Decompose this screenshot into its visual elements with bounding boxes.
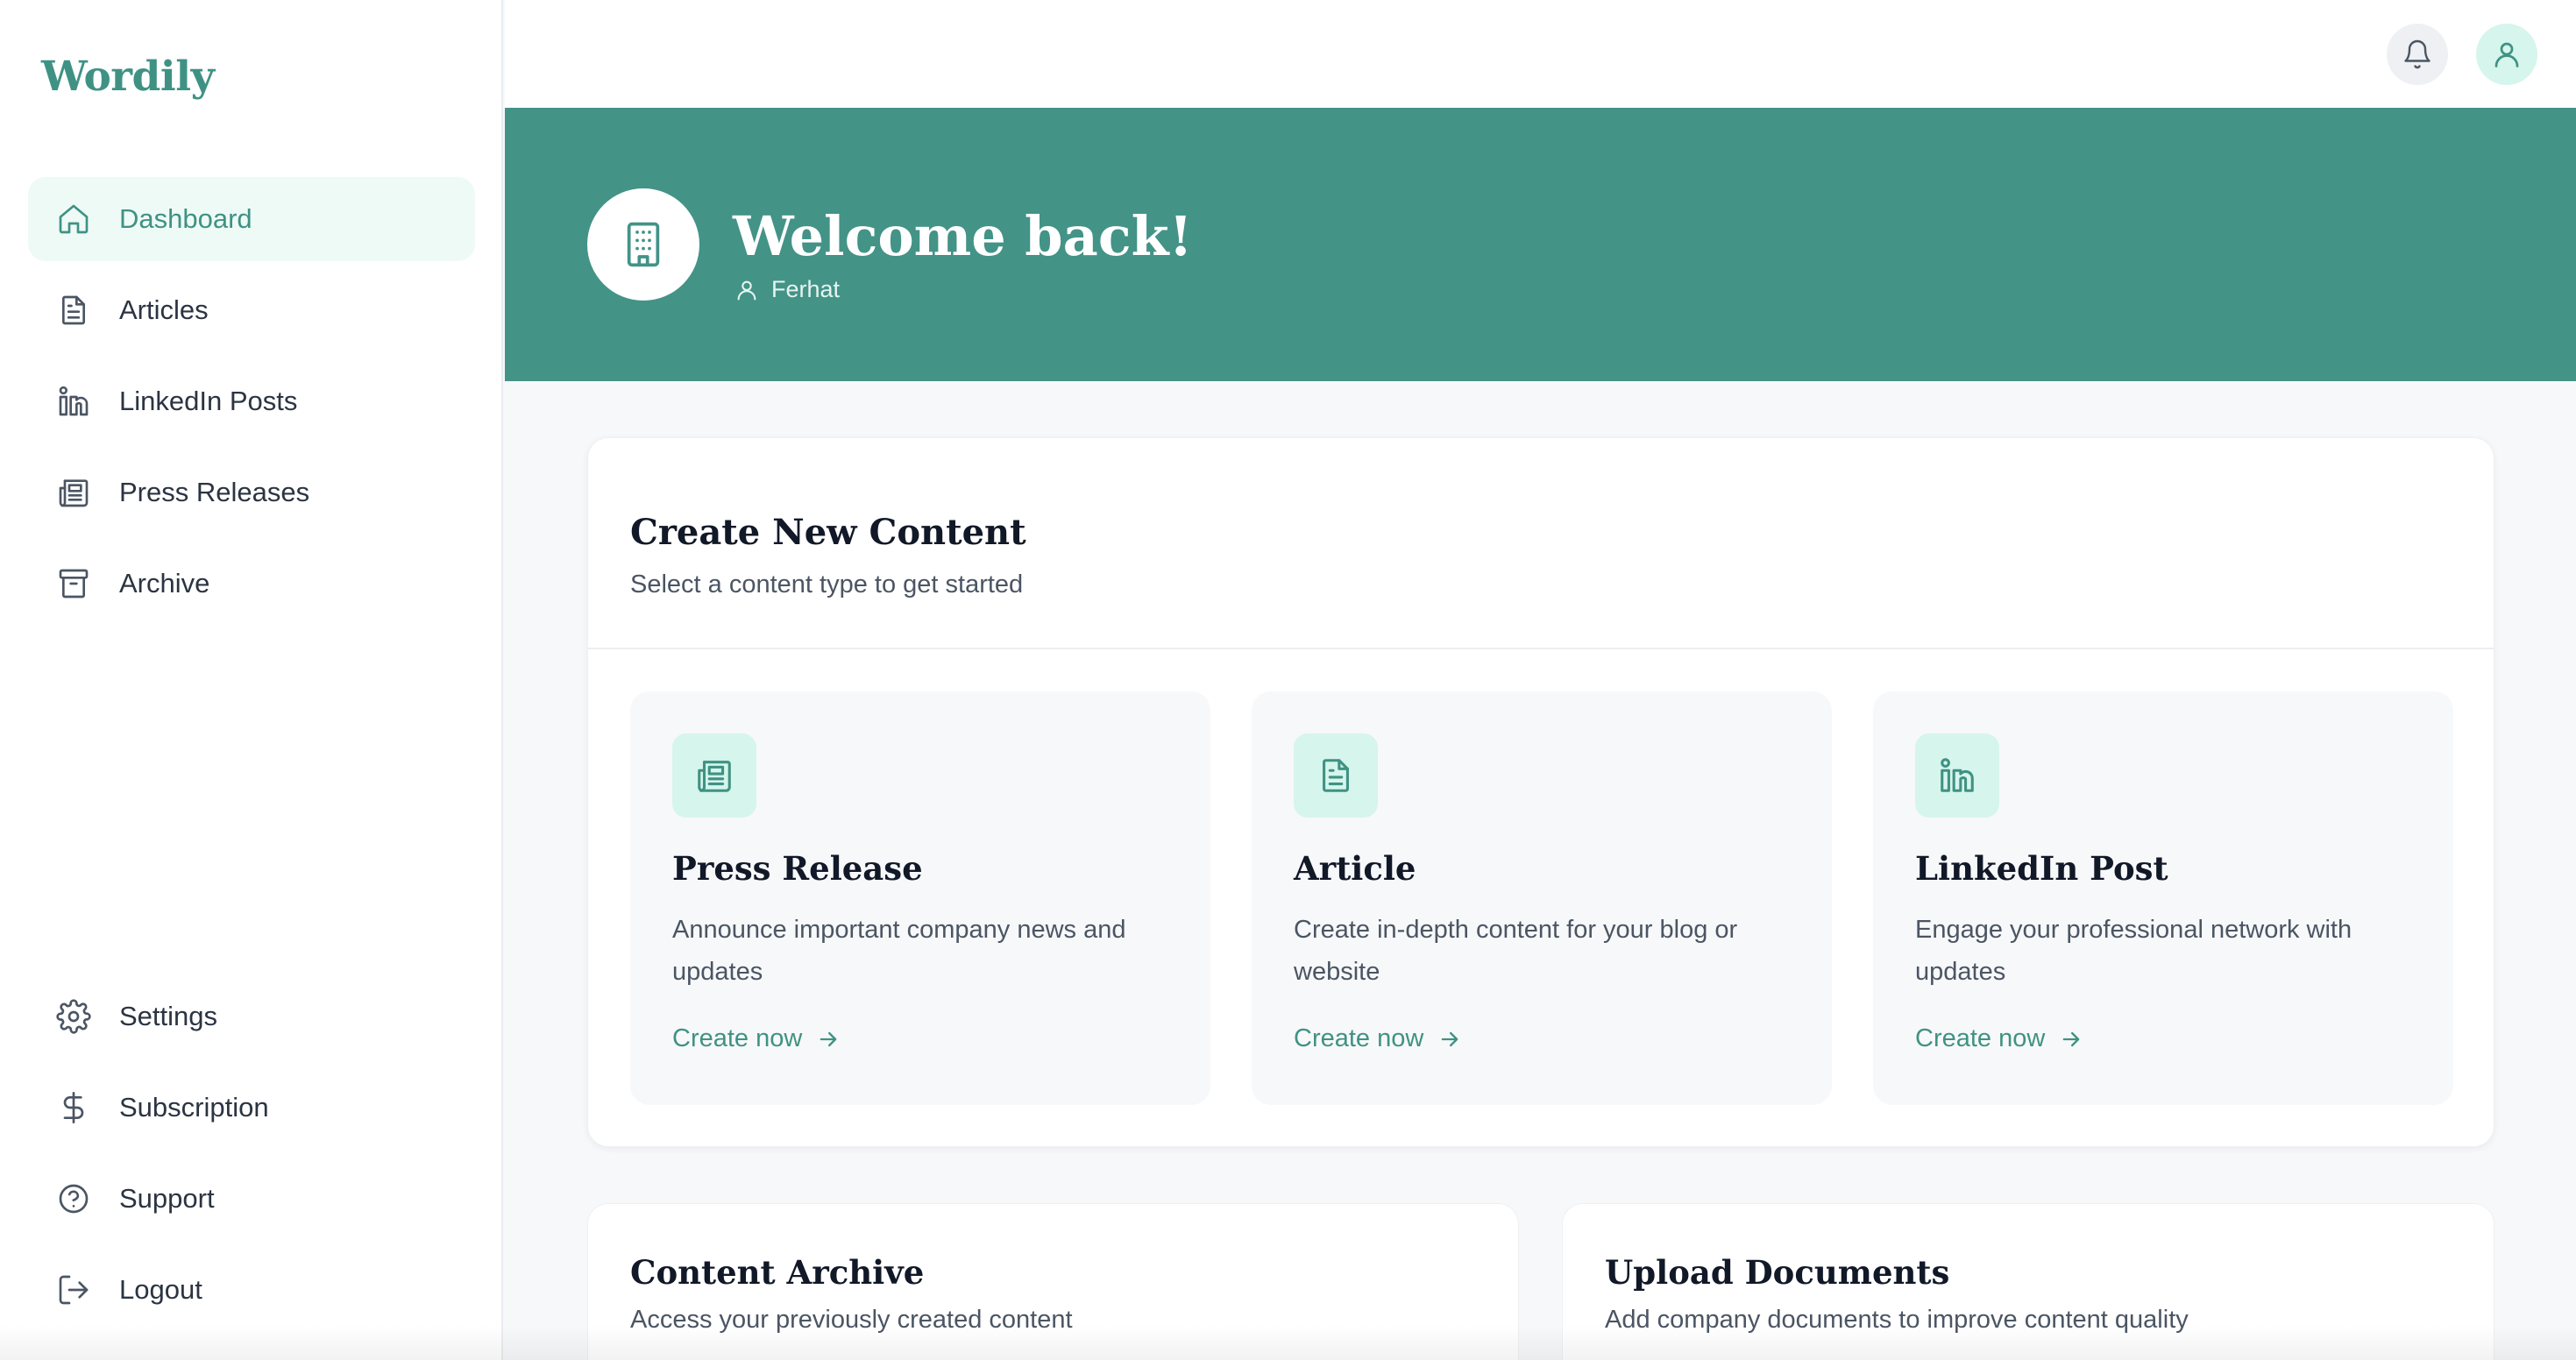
sidebar-item-label: Press Releases [119,477,310,507]
sidebar-item-label: Settings [119,1001,218,1031]
user-name: Ferhat [771,276,841,302]
top-bar [505,0,2576,108]
current-user: Ferhat [734,276,840,303]
sidebar-item-label: Dashboard [119,203,252,234]
create-content-card: Create New Content Select a content type… [587,437,2494,1147]
bell-icon [2404,39,2431,69]
create-now-link[interactable]: Create now [1915,1024,2083,1053]
tile-title: Article [1294,849,1416,888]
content-type-article[interactable]: Article Create in-depth content for your… [1252,691,1832,1105]
sidebar-item-label: Subscription [119,1092,269,1123]
help-circle-icon [28,1181,119,1216]
content-type-press-release[interactable]: Press Release Announce important company… [630,691,1210,1105]
card-title: Create New Content [630,512,1026,553]
link-label: Create now [1915,1024,2046,1052]
create-now-link[interactable]: Create now [672,1024,841,1053]
dollar-icon [28,1090,119,1125]
upload-documents-card[interactable]: Upload Documents Add company documents t… [1562,1203,2494,1360]
card-subtitle: Add company documents to improve content… [1605,1306,2189,1334]
archive-icon [28,566,119,601]
tile-description: Announce important company news and upda… [672,916,1126,986]
tile-description: Engage your professional network with up… [1915,916,2352,986]
tile-title: LinkedIn Post [1915,849,2168,888]
arrow-right-icon [1441,1031,1458,1046]
file-text-icon [28,293,119,328]
sidebar-item-archive[interactable]: Archive [28,542,475,626]
card-title: Upload Documents [1605,1253,1950,1292]
user-icon [2494,42,2519,67]
linkedin-icon [28,384,119,419]
building-icon [627,222,660,267]
sidebar-item-articles[interactable]: Articles [28,268,475,352]
sidebar-item-press-releases[interactable]: Press Releases [28,450,475,535]
tile-title: Press Release [672,849,923,888]
sidebar-item-label: Articles [119,294,209,325]
home-icon [28,202,119,237]
link-label: Create now [1294,1024,1424,1052]
card-subtitle: Select a content type to get started [630,570,1024,599]
card-subtitle: Access your previously created content [630,1306,1073,1334]
linkedin-icon [1915,733,1999,818]
sidebar: Wordily Dashboard Articles LinkedIn Post… [0,0,503,1360]
user-icon [737,280,756,301]
arrow-right-icon [2062,1031,2080,1046]
newspaper-icon [28,475,119,510]
file-text-icon [1294,733,1378,818]
sidebar-item-label: Logout [119,1274,202,1305]
gear-icon [28,999,119,1034]
content-archive-card[interactable]: Content Archive Access your previously c… [587,1203,1519,1360]
sidebar-item-dashboard[interactable]: Dashboard [28,177,475,261]
profile-button[interactable] [2476,24,2537,85]
create-now-link[interactable]: Create now [1294,1024,1462,1053]
sidebar-item-label: LinkedIn Posts [119,386,298,416]
newspaper-icon [672,733,756,818]
notifications-button[interactable] [2387,24,2448,85]
sidebar-item-linkedin-posts[interactable]: LinkedIn Posts [28,359,475,443]
card-title: Content Archive [630,1253,925,1292]
welcome-banner: Welcome back! Ferhat [505,108,2576,381]
sidebar-item-label: Archive [119,568,210,599]
divider [588,648,2494,649]
logout-icon [28,1272,119,1307]
sidebar-item-label: Support [119,1183,215,1214]
content-type-linkedin-post[interactable]: LinkedIn Post Engage your professional n… [1873,691,2453,1105]
tile-description: Create in-depth content for your blog or… [1294,916,1738,986]
sidebar-item-settings[interactable]: Settings [28,974,475,1059]
arrow-right-icon [820,1031,837,1046]
welcome-title: Welcome back! [733,204,1193,268]
app-logo[interactable]: Wordily [41,53,215,101]
link-label: Create now [672,1024,803,1052]
sidebar-item-support[interactable]: Support [28,1157,475,1241]
sidebar-item-subscription[interactable]: Subscription [28,1066,475,1150]
company-avatar [587,188,699,301]
sidebar-item-logout[interactable]: Logout [28,1248,475,1332]
